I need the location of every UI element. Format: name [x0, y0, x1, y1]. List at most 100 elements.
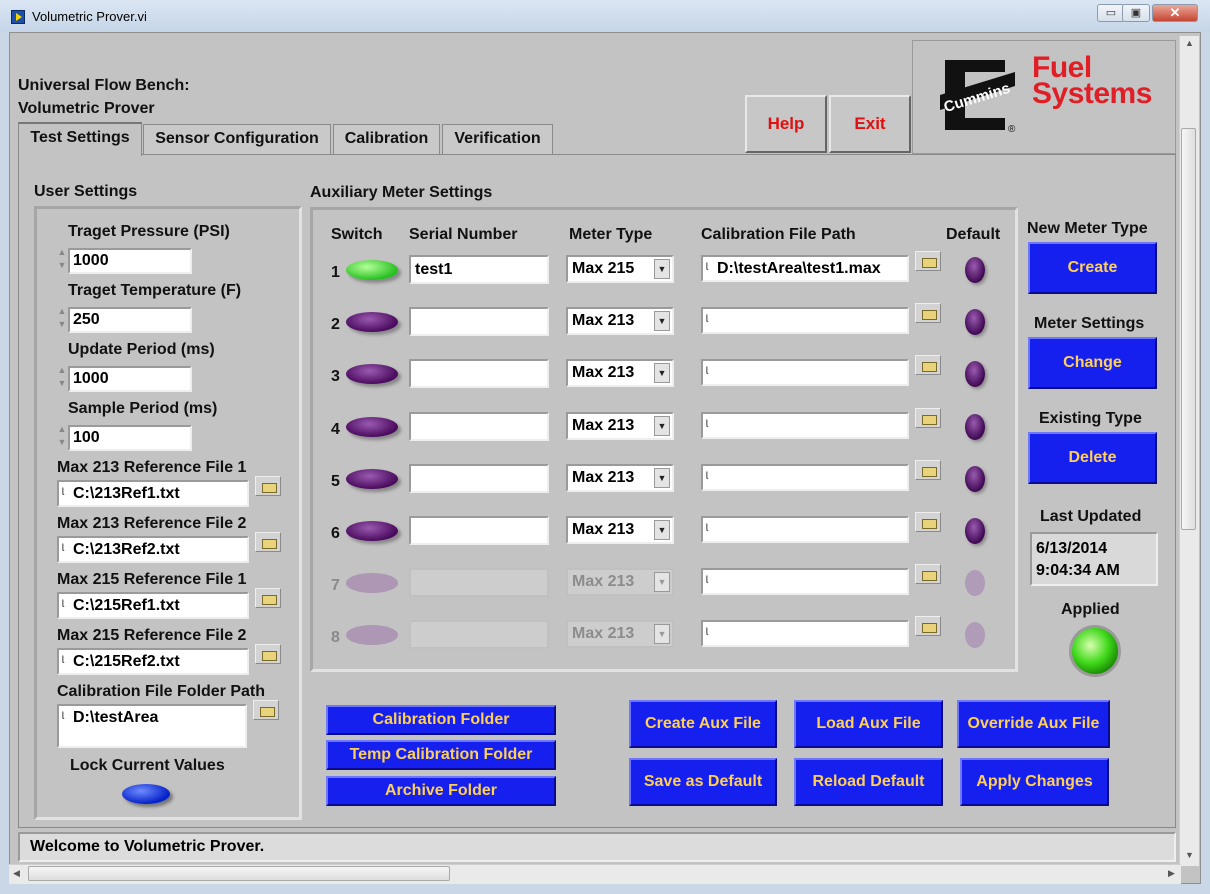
change-meter-settings-button[interactable]: Change [1028, 337, 1157, 389]
target-temperature-input[interactable]: 250 [68, 307, 192, 333]
cal-file-path-input[interactable] [701, 516, 909, 543]
ref215-1-path[interactable]: C:\215Ref1.txt [57, 592, 249, 619]
meter-type-select[interactable]: Max 213 ▼ [566, 464, 674, 492]
browse-folder-icon[interactable] [915, 303, 941, 323]
cal-folder-path[interactable]: D:\testArea [57, 704, 247, 748]
target-pressure-input[interactable]: 1000 [68, 248, 192, 274]
browse-folder-icon[interactable] [915, 251, 941, 271]
serial-number-input[interactable] [409, 307, 549, 336]
vertical-scroll-thumb[interactable] [1181, 128, 1196, 530]
apply-changes-button[interactable]: Apply Changes [960, 758, 1109, 806]
cal-folder-browse-button[interactable] [253, 700, 279, 720]
target-pressure-spinner[interactable]: ▲ ▼ [56, 246, 68, 276]
sample-period-spinner[interactable]: ▲ ▼ [56, 423, 68, 453]
row-number: 4 [331, 421, 340, 438]
tab-sensor-configuration[interactable]: Sensor Configuration [143, 124, 331, 154]
chevron-down-icon[interactable]: ▼ [654, 572, 670, 592]
default-indicator-button[interactable] [965, 466, 985, 492]
browse-folder-icon[interactable] [915, 512, 941, 532]
scroll-right-arrow-icon[interactable]: ▶ [1168, 868, 1175, 879]
minimize-button[interactable]: ▭ [1097, 4, 1125, 22]
browse-folder-icon[interactable] [915, 616, 941, 636]
chevron-down-icon[interactable]: ▼ [654, 363, 670, 383]
chevron-down-icon[interactable]: ▼ [654, 624, 670, 644]
chevron-down-icon[interactable]: ▼ [654, 468, 670, 488]
meter-enable-switch[interactable] [346, 260, 398, 280]
browse-folder-icon[interactable] [915, 408, 941, 428]
meter-type-select[interactable]: Max 215 ▼ [566, 255, 674, 283]
update-period-spinner[interactable]: ▲ ▼ [56, 364, 68, 394]
serial-number-input [409, 568, 549, 597]
ref215-2-browse-button[interactable] [255, 644, 281, 664]
cal-file-path-input[interactable] [701, 620, 909, 647]
default-indicator-button[interactable] [965, 518, 985, 544]
restore-button[interactable]: ▣ [1122, 4, 1150, 22]
ref213-2-path[interactable]: C:\213Ref2.txt [57, 536, 249, 563]
meter-enable-switch[interactable] [346, 364, 398, 384]
temp-calibration-folder-button[interactable]: Temp Calibration Folder [326, 740, 556, 770]
override-aux-file-button[interactable]: Override Aux File [957, 700, 1110, 748]
create-meter-type-button[interactable]: Create [1028, 242, 1157, 294]
cal-file-path-input[interactable] [701, 359, 909, 386]
new-meter-type-label: New Meter Type [1027, 220, 1148, 237]
tab-calibration[interactable]: Calibration [333, 124, 440, 154]
load-aux-file-button[interactable]: Load Aux File [794, 700, 943, 748]
ref213-1-browse-button[interactable] [255, 476, 281, 496]
chevron-down-icon[interactable]: ▼ [654, 416, 670, 436]
scroll-down-arrow-icon[interactable]: ▼ [1185, 850, 1194, 860]
chevron-down-icon[interactable]: ▼ [654, 311, 670, 331]
default-indicator-button[interactable] [965, 361, 985, 387]
ref213-2-browse-button[interactable] [255, 532, 281, 552]
meter-enable-switch [346, 573, 398, 593]
serial-number-input[interactable] [409, 359, 549, 388]
tab-test-settings[interactable]: Test Settings [18, 122, 142, 156]
chevron-down-icon[interactable]: ▼ [654, 520, 670, 540]
browse-folder-icon[interactable] [915, 460, 941, 480]
meter-type-select[interactable]: Max 213 ▼ [566, 307, 674, 335]
ref215-2-path[interactable]: C:\215Ref2.txt [57, 648, 249, 675]
ref215-1-browse-button[interactable] [255, 588, 281, 608]
serial-number-input[interactable]: test1 [409, 255, 549, 284]
browse-folder-icon[interactable] [915, 355, 941, 375]
delete-meter-type-button[interactable]: Delete [1028, 432, 1157, 484]
meter-enable-switch[interactable] [346, 469, 398, 489]
cal-file-path-input[interactable] [701, 307, 909, 334]
save-as-default-button[interactable]: Save as Default [629, 758, 777, 806]
cal-file-path-input[interactable] [701, 412, 909, 439]
create-aux-file-button[interactable]: Create Aux File [629, 700, 777, 748]
update-period-input[interactable]: 1000 [68, 366, 192, 392]
lock-current-values-toggle[interactable] [122, 784, 170, 804]
sample-period-input[interactable]: 100 [68, 425, 192, 451]
cal-file-path-input[interactable]: D:\testArea\test1.max [701, 255, 909, 282]
target-pressure-label: Traget Pressure (PSI) [68, 223, 230, 240]
cal-file-path-input[interactable] [701, 568, 909, 595]
calibration-folder-button[interactable]: Calibration Folder [326, 705, 556, 735]
browse-folder-icon[interactable] [915, 564, 941, 584]
meter-type-select[interactable]: Max 213 ▼ [566, 359, 674, 387]
ref213-1-path[interactable]: C:\213Ref1.txt [57, 480, 249, 507]
target-temperature-spinner[interactable]: ▲ ▼ [56, 305, 68, 335]
archive-folder-button[interactable]: Archive Folder [326, 776, 556, 806]
ref213-2-label: Max 213 Reference File 2 [57, 515, 247, 532]
serial-number-input[interactable] [409, 516, 549, 545]
horizontal-scroll-thumb[interactable] [28, 866, 450, 881]
cal-file-path-input[interactable] [701, 464, 909, 491]
meter-enable-switch[interactable] [346, 312, 398, 332]
scroll-up-arrow-icon[interactable]: ▲ [1185, 38, 1194, 48]
chevron-down-icon[interactable]: ▼ [654, 259, 670, 279]
close-button[interactable]: ✕ [1152, 4, 1198, 22]
exit-button[interactable]: Exit [829, 95, 911, 153]
serial-number-input[interactable] [409, 464, 549, 493]
default-indicator-button[interactable] [965, 257, 985, 283]
default-indicator-button[interactable] [965, 309, 985, 335]
default-indicator-button[interactable] [965, 414, 985, 440]
tab-verification[interactable]: Verification [442, 124, 553, 154]
meter-type-select[interactable]: Max 213 ▼ [566, 412, 674, 440]
meter-enable-switch[interactable] [346, 521, 398, 541]
serial-number-input[interactable] [409, 412, 549, 441]
meter-enable-switch[interactable] [346, 417, 398, 437]
scroll-left-arrow-icon[interactable]: ◀ [13, 868, 20, 879]
meter-type-select[interactable]: Max 213 ▼ [566, 516, 674, 544]
reload-default-button[interactable]: Reload Default [794, 758, 943, 806]
help-button[interactable]: Help [745, 95, 827, 153]
